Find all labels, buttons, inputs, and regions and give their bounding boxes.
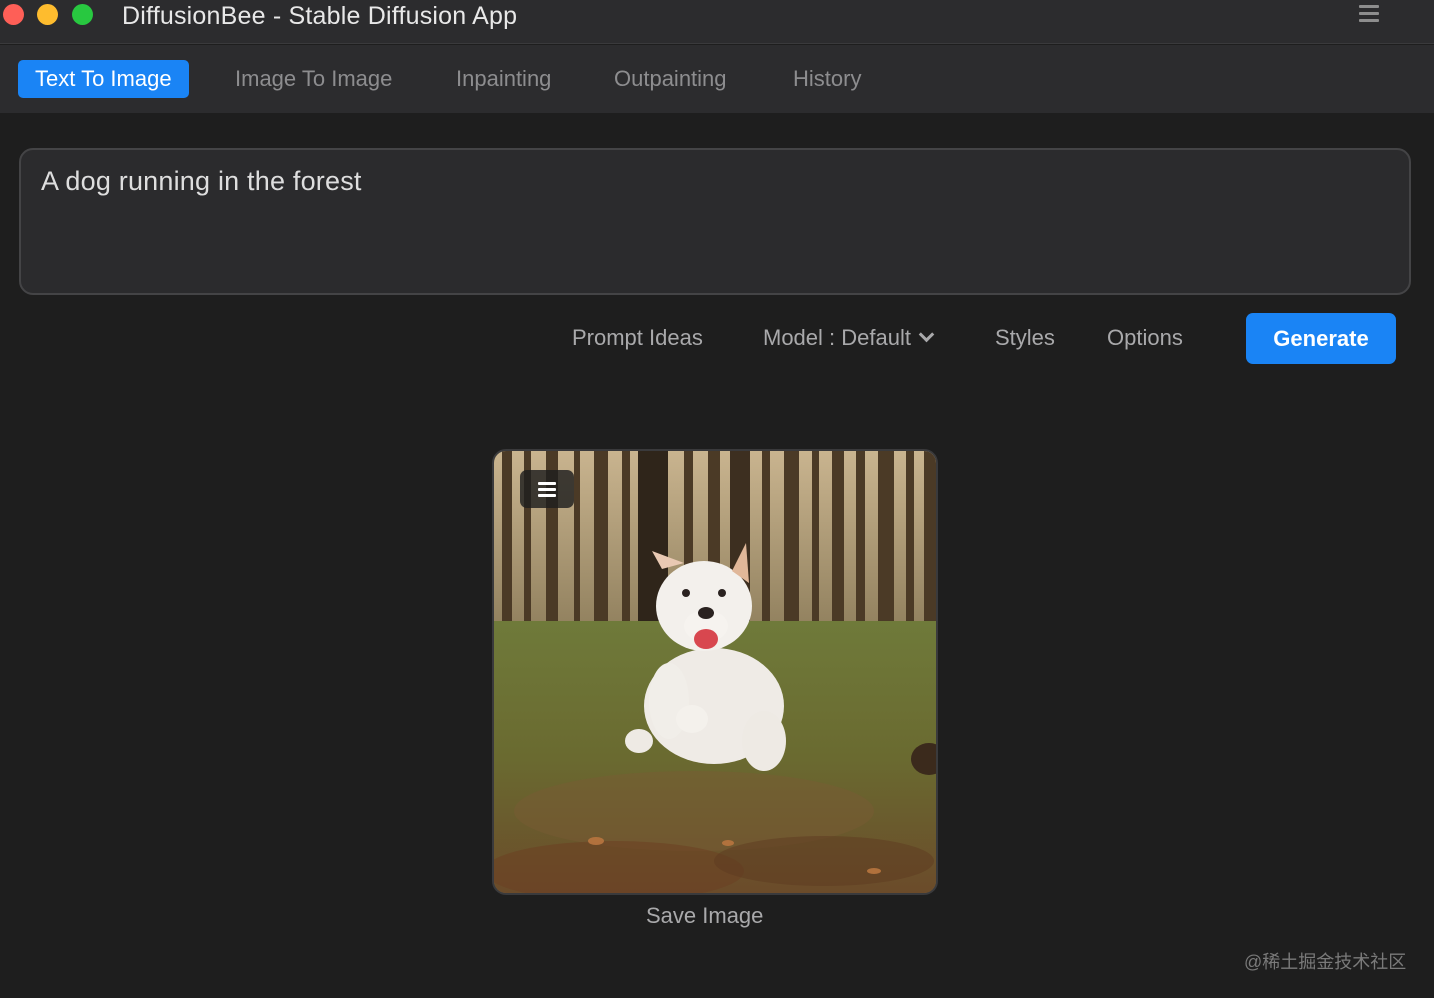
generated-image (492, 449, 938, 895)
tab-image-to-image[interactable]: Image To Image (235, 60, 392, 98)
tab-text-to-image[interactable]: Text To Image (18, 60, 189, 98)
model-select[interactable]: Model : Default (763, 323, 935, 353)
tab-inpainting[interactable]: Inpainting (456, 60, 551, 98)
styles-button[interactable]: Styles (995, 323, 1055, 353)
tab-history[interactable]: History (793, 60, 861, 98)
tab-outpainting[interactable]: Outpainting (614, 60, 727, 98)
save-image-button[interactable]: Save Image (646, 903, 763, 929)
prompt-text[interactable]: A dog running in the forest (41, 166, 1389, 197)
close-window-button[interactable] (3, 4, 24, 25)
minimize-window-button[interactable] (37, 4, 58, 25)
model-select-label: Model : Default (763, 325, 911, 350)
tab-bar: Text To Image Image To Image Inpainting … (0, 45, 1434, 113)
generate-button[interactable]: Generate (1246, 313, 1396, 364)
chevron-down-icon (918, 326, 935, 343)
prompt-ideas-button[interactable]: Prompt Ideas (572, 323, 703, 353)
prompt-input[interactable]: A dog running in the forest (19, 148, 1411, 295)
image-menu-button[interactable] (520, 470, 574, 508)
maximize-window-button[interactable] (72, 4, 93, 25)
hamburger-menu-icon[interactable] (1359, 5, 1379, 23)
watermark-text: @稀土掘金技术社区 (1244, 952, 1407, 972)
app-title: DiffusionBee - Stable Diffusion App (122, 2, 518, 30)
options-button[interactable]: Options (1107, 323, 1183, 353)
title-bar: DiffusionBee - Stable Diffusion App (0, 0, 1434, 44)
dog-in-forest-image (494, 451, 936, 893)
